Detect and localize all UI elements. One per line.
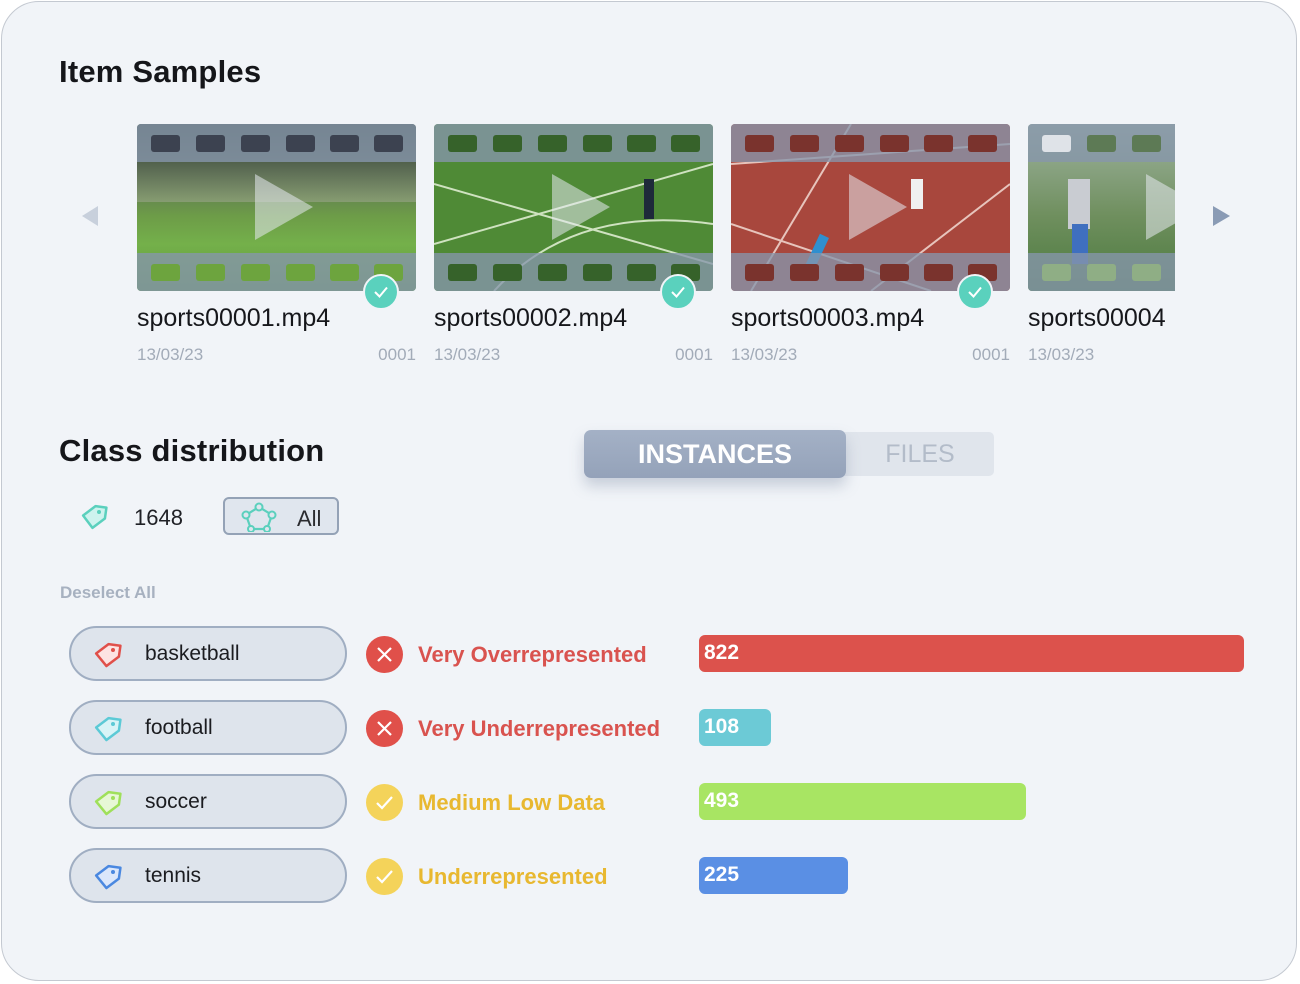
- video-thumbnail[interactable]: [137, 124, 416, 291]
- tag-icon: [94, 642, 122, 668]
- representation-status: Underrepresented: [418, 864, 608, 889]
- tab-instances[interactable]: INSTANCES: [584, 430, 846, 478]
- x-icon: [366, 710, 403, 747]
- representation-status: Very Underrepresented: [418, 716, 661, 741]
- video-card[interactable]: sports00004 13/03/23: [1028, 124, 1175, 374]
- video-filename: sports00001.mp4: [137, 304, 331, 332]
- count-bar: 493: [699, 783, 1026, 820]
- tag-icon: [94, 790, 122, 816]
- video-number: 0001: [972, 345, 1010, 364]
- count-bar: 822: [699, 635, 1244, 672]
- representation-status: Very Overrepresented: [418, 642, 647, 667]
- count-bar: 225: [699, 857, 848, 894]
- count-bar: 108: [699, 709, 771, 746]
- class-name: tennis: [145, 864, 202, 887]
- video-number: 0001: [675, 345, 713, 364]
- video-date: 13/03/23: [1028, 345, 1095, 364]
- all-filter-label: All: [297, 506, 322, 531]
- class-name: basketball: [145, 642, 240, 665]
- tag-icon: [94, 716, 122, 742]
- tag-icon: [81, 504, 108, 530]
- play-icon[interactable]: [255, 174, 313, 240]
- deselect-all-link[interactable]: Deselect All: [60, 583, 156, 603]
- class-group-icon: [241, 502, 277, 532]
- total-count-value: 1648: [134, 505, 183, 530]
- carousel-prev-arrow-icon[interactable]: [82, 206, 98, 226]
- video-card[interactable]: sports00003.mp4 13/03/23 0001: [731, 124, 1010, 374]
- all-filter-button[interactable]: All: [223, 497, 339, 535]
- carousel-next-arrow-icon[interactable]: [1213, 206, 1230, 226]
- count-value: 225: [704, 863, 740, 886]
- check-icon: [366, 784, 403, 821]
- video-card[interactable]: sports00002.mp4 13/03/23 0001: [434, 124, 713, 374]
- play-icon[interactable]: [849, 174, 907, 240]
- tab-files[interactable]: FILES: [836, 432, 994, 476]
- video-filename: sports00002.mp4: [434, 304, 628, 332]
- class-chip-basketball[interactable]: basketball: [69, 626, 347, 681]
- video-date: 13/03/23: [731, 345, 798, 364]
- x-icon: [366, 636, 403, 673]
- tag-icon: [94, 864, 122, 890]
- dataset-overview-panel: Item Samples sports00001.mp4 13/03/23 00…: [1, 1, 1297, 981]
- item-samples-title: Item Samples: [59, 54, 262, 89]
- video-thumbnail[interactable]: [1028, 124, 1175, 291]
- video-filename: sports00003.mp4: [731, 304, 925, 332]
- video-number: 0001: [378, 345, 416, 364]
- instances-files-toggle: FILES INSTANCES: [584, 430, 994, 478]
- class-distribution-title: Class distribution: [59, 433, 325, 468]
- representation-status: Medium Low Data: [418, 790, 606, 815]
- video-date: 13/03/23: [434, 345, 501, 364]
- item-samples-carousel: sports00001.mp4 13/03/23 0001 sports0000…: [137, 124, 1175, 374]
- class-name: soccer: [145, 790, 207, 813]
- class-name: football: [145, 716, 213, 739]
- video-thumbnail[interactable]: [731, 124, 1010, 291]
- check-icon: [660, 274, 696, 310]
- class-chip-soccer[interactable]: soccer: [69, 774, 347, 829]
- video-date: 13/03/23: [137, 345, 204, 364]
- check-icon: [363, 274, 399, 310]
- count-value: 493: [704, 789, 740, 812]
- play-icon[interactable]: [552, 174, 610, 240]
- check-icon: [366, 858, 403, 895]
- class-chip-football[interactable]: football: [69, 700, 347, 755]
- count-value: 822: [704, 641, 740, 664]
- play-icon[interactable]: [1146, 174, 1175, 240]
- check-icon: [957, 274, 993, 310]
- count-value: 108: [704, 715, 740, 738]
- video-filename: sports00004: [1028, 304, 1166, 332]
- video-thumbnail[interactable]: [434, 124, 713, 291]
- video-card[interactable]: sports00001.mp4 13/03/23 0001: [137, 124, 416, 374]
- class-chip-tennis[interactable]: tennis: [69, 848, 347, 903]
